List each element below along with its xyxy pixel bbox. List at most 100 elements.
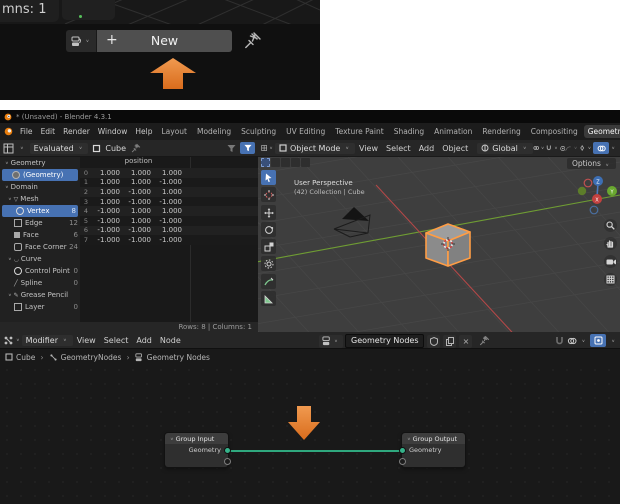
breadcrumb-object[interactable]: Cube <box>16 353 35 362</box>
tab-sculpting[interactable]: Sculpting <box>237 125 280 138</box>
tree-item-face-corner[interactable]: Face Corner 24 <box>0 241 80 253</box>
tree-section-mesh[interactable]: ∨ ▽ Mesh <box>0 193 80 205</box>
new-button[interactable]: + New <box>97 30 232 52</box>
nodetree-browse-button[interactable]: ∨ <box>319 334 343 348</box>
menu-file[interactable]: File <box>20 127 33 136</box>
tree-section-grease-pencil[interactable]: ∨ ✎ Grease Pencil <box>0 289 80 301</box>
tree-section-curve[interactable]: ∨ ◡ Curve <box>0 253 80 265</box>
zoom-icon[interactable] <box>604 219 617 232</box>
filter-toggle-button[interactable] <box>240 142 255 154</box>
spreadsheet-editor-icon[interactable] <box>3 143 14 154</box>
camera-view-icon[interactable] <box>604 255 617 268</box>
perspective-toggle-icon[interactable] <box>604 273 617 286</box>
overlays-toggle-button[interactable] <box>593 142 610 154</box>
object-mode-dropdown[interactable]: Object Mode ∨ <box>274 142 356 154</box>
fake-user-shield-button[interactable] <box>427 334 441 348</box>
pan-hand-icon[interactable] <box>604 237 617 250</box>
node-link[interactable] <box>228 450 402 452</box>
select-mode-circle-button[interactable] <box>281 158 290 167</box>
tree-section-domain[interactable]: ∨ Domain <box>0 181 80 193</box>
viewport-menu-view[interactable]: View <box>359 144 378 153</box>
evaluated-dropdown[interactable]: Evaluated ∨ <box>29 142 89 154</box>
tree-item-control-point[interactable]: Control Point 0 <box>0 265 80 277</box>
blender-menu-icon[interactable] <box>4 127 13 136</box>
select-mode-tweak-button[interactable] <box>261 158 270 167</box>
table-row[interactable]: 4 -1.000 1.000 1.000 <box>80 206 258 216</box>
filter-funnel-icon[interactable] <box>227 144 236 153</box>
pin-icon[interactable] <box>243 31 261 51</box>
geometry-output-socket[interactable] <box>224 447 231 454</box>
table-row[interactable]: 0 1.000 1.000 1.000 <box>80 168 258 178</box>
tab-shading[interactable]: Shading <box>390 125 428 138</box>
pin-icon[interactable] <box>130 143 141 154</box>
virtual-socket[interactable] <box>224 458 231 465</box>
editor-sync-button[interactable] <box>590 334 607 347</box>
tree-item-layer[interactable]: Layer 0 <box>0 301 80 313</box>
menu-render[interactable]: Render <box>63 127 90 136</box>
table-row[interactable]: 6 -1.000 -1.000 1.000 <box>80 225 258 236</box>
tree-item-geometry[interactable]: (Geometry) <box>2 169 78 181</box>
group-input-node[interactable]: ∨ Group Input Geometry <box>165 433 231 467</box>
snap-magnet-icon[interactable] <box>546 143 552 153</box>
node-menu-view[interactable]: View <box>77 336 96 345</box>
overlays-icon[interactable] <box>567 336 577 346</box>
viewport-menu-select[interactable]: Select <box>386 144 411 153</box>
tool-cursor-button[interactable] <box>261 187 276 202</box>
new-copy-button[interactable] <box>443 334 457 348</box>
menu-window[interactable]: Window <box>98 127 128 136</box>
select-mode-pick-button[interactable] <box>301 158 310 167</box>
table-row[interactable]: 3 1.000 -1.000 -1.000 <box>80 196 258 207</box>
node-header[interactable]: ∨ Group Input <box>165 433 228 444</box>
tool-rotate-button[interactable] <box>261 222 276 237</box>
geometry-input-socket[interactable] <box>399 447 406 454</box>
viewport-menu-add[interactable]: Add <box>419 144 435 153</box>
table-row[interactable]: 2 1.000 -1.000 1.000 <box>80 187 258 197</box>
node-menu-node[interactable]: Node <box>160 336 181 345</box>
pin-icon[interactable] <box>478 335 490 347</box>
unlink-button[interactable]: × <box>459 334 473 348</box>
virtual-socket[interactable] <box>399 458 406 465</box>
tool-select-box-button[interactable] <box>261 170 276 185</box>
viewport-canvas[interactable]: Z X Y Options ∨ User Perspective (42) Co… <box>258 157 620 332</box>
snap-magnet-icon[interactable] <box>555 336 564 346</box>
breadcrumb-modifier[interactable]: GeometryNodes <box>61 353 122 362</box>
viewport-editor-icon[interactable] <box>261 143 267 153</box>
select-mode-lasso-button[interactable] <box>291 158 300 167</box>
tab-uv-editing[interactable]: UV Editing <box>282 125 329 138</box>
node-menu-select[interactable]: Select <box>104 336 129 345</box>
node-header[interactable]: ∨ Group Output <box>402 433 465 444</box>
tree-item-edge[interactable]: Edge 12 <box>0 217 80 229</box>
nodetree-browse-button[interactable]: ∨ <box>66 30 97 52</box>
tool-scale-button[interactable] <box>261 239 276 254</box>
group-output-node[interactable]: ∨ Group Output Geometry <box>399 433 465 467</box>
menu-help[interactable]: Help <box>135 127 152 136</box>
menu-edit[interactable]: Edit <box>41 127 56 136</box>
table-row[interactable]: 5 -1.000 1.000 -1.000 <box>80 215 258 226</box>
tree-item-spline[interactable]: ╱ Spline 0 <box>0 277 80 289</box>
transform-orientation-dropdown[interactable]: Global ∨ <box>477 142 533 154</box>
node-menu-add[interactable]: Add <box>136 336 152 345</box>
tab-modeling[interactable]: Modeling <box>193 125 235 138</box>
modifier-dropdown[interactable]: Modifier ∨ <box>21 334 73 346</box>
tree-section-geometry[interactable]: ∨ Geometry <box>0 157 80 169</box>
column-header-position[interactable]: position <box>92 157 185 167</box>
tab-animation[interactable]: Animation <box>430 125 476 138</box>
tool-move-button[interactable] <box>261 205 276 220</box>
node-tree-name-field[interactable]: Geometry Nodes <box>345 334 425 348</box>
tool-transform-button[interactable] <box>261 256 276 271</box>
tree-item-vertex[interactable]: Vertex 8 <box>2 205 78 217</box>
viewport-menu-object[interactable]: Object <box>442 144 468 153</box>
tool-annotate-button[interactable] <box>261 274 276 289</box>
tab-layout[interactable]: Layout <box>157 125 191 138</box>
tree-item-face[interactable]: Face 6 <box>0 229 80 241</box>
options-button[interactable]: Options ∨ <box>566 158 616 169</box>
select-mode-box-button[interactable] <box>271 158 280 167</box>
table-row[interactable]: 1 1.000 1.000 -1.000 <box>80 177 258 188</box>
tab-rendering[interactable]: Rendering <box>478 125 524 138</box>
breadcrumb-nodetree[interactable]: Geometry Nodes <box>147 353 210 362</box>
tool-measure-button[interactable] <box>261 291 276 306</box>
tab-compositing[interactable]: Compositing <box>527 125 582 138</box>
show-gizmo-icon[interactable] <box>579 143 585 153</box>
falloff-curve-icon[interactable] <box>565 144 572 153</box>
geometry-nodes-editor-icon[interactable] <box>3 335 14 346</box>
